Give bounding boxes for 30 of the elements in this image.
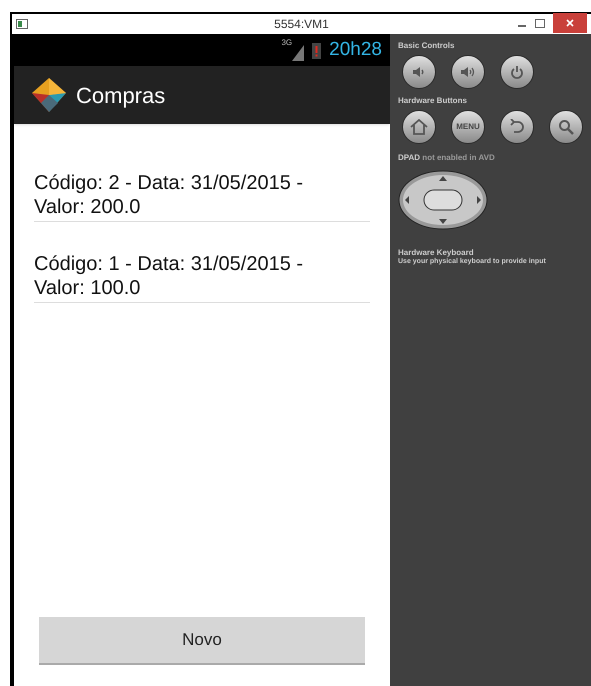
- back-icon: [509, 119, 525, 135]
- volume-up-icon: [460, 66, 476, 78]
- search-icon: [558, 119, 574, 135]
- volume-up-button[interactable]: [451, 55, 485, 89]
- clock: 20h28: [329, 38, 382, 62]
- battery-icon: [312, 42, 322, 58]
- menu-button[interactable]: MENU: [451, 110, 485, 144]
- back-button[interactable]: [500, 110, 534, 144]
- list-item[interactable]: Código: 1 - Data: 31/05/2015 - Valor: 100.0: [34, 252, 370, 303]
- power-icon: [510, 65, 524, 79]
- section-title: Basic Controls: [398, 40, 456, 52]
- window-title: 5554:VM1: [274, 16, 329, 33]
- close-icon: [566, 19, 574, 27]
- list-item[interactable]: Código: 2 - Data: 31/05/2015 - Valor: 200.0: [34, 171, 370, 222]
- keyboard-title: Hardware Keyboard: [398, 248, 475, 257]
- app-title: Compras: [76, 82, 166, 110]
- home-button[interactable]: [402, 110, 436, 144]
- search-button[interactable]: [549, 110, 583, 144]
- network-label: 3G: [281, 39, 292, 47]
- app-icon: [16, 19, 28, 29]
- app-logo: [30, 76, 68, 114]
- home-icon: [410, 119, 428, 135]
- new-button[interactable]: Novo: [39, 617, 365, 665]
- section-title: Hardware Buttons: [398, 95, 468, 107]
- volume-down-icon: [412, 66, 426, 78]
- close-button[interactable]: [553, 13, 587, 33]
- volume-down-button[interactable]: [402, 55, 436, 89]
- power-button[interactable]: [500, 55, 534, 89]
- dpad-note: DPAD not enabled in AVD: [398, 152, 496, 164]
- maximize-icon[interactable]: [535, 19, 545, 29]
